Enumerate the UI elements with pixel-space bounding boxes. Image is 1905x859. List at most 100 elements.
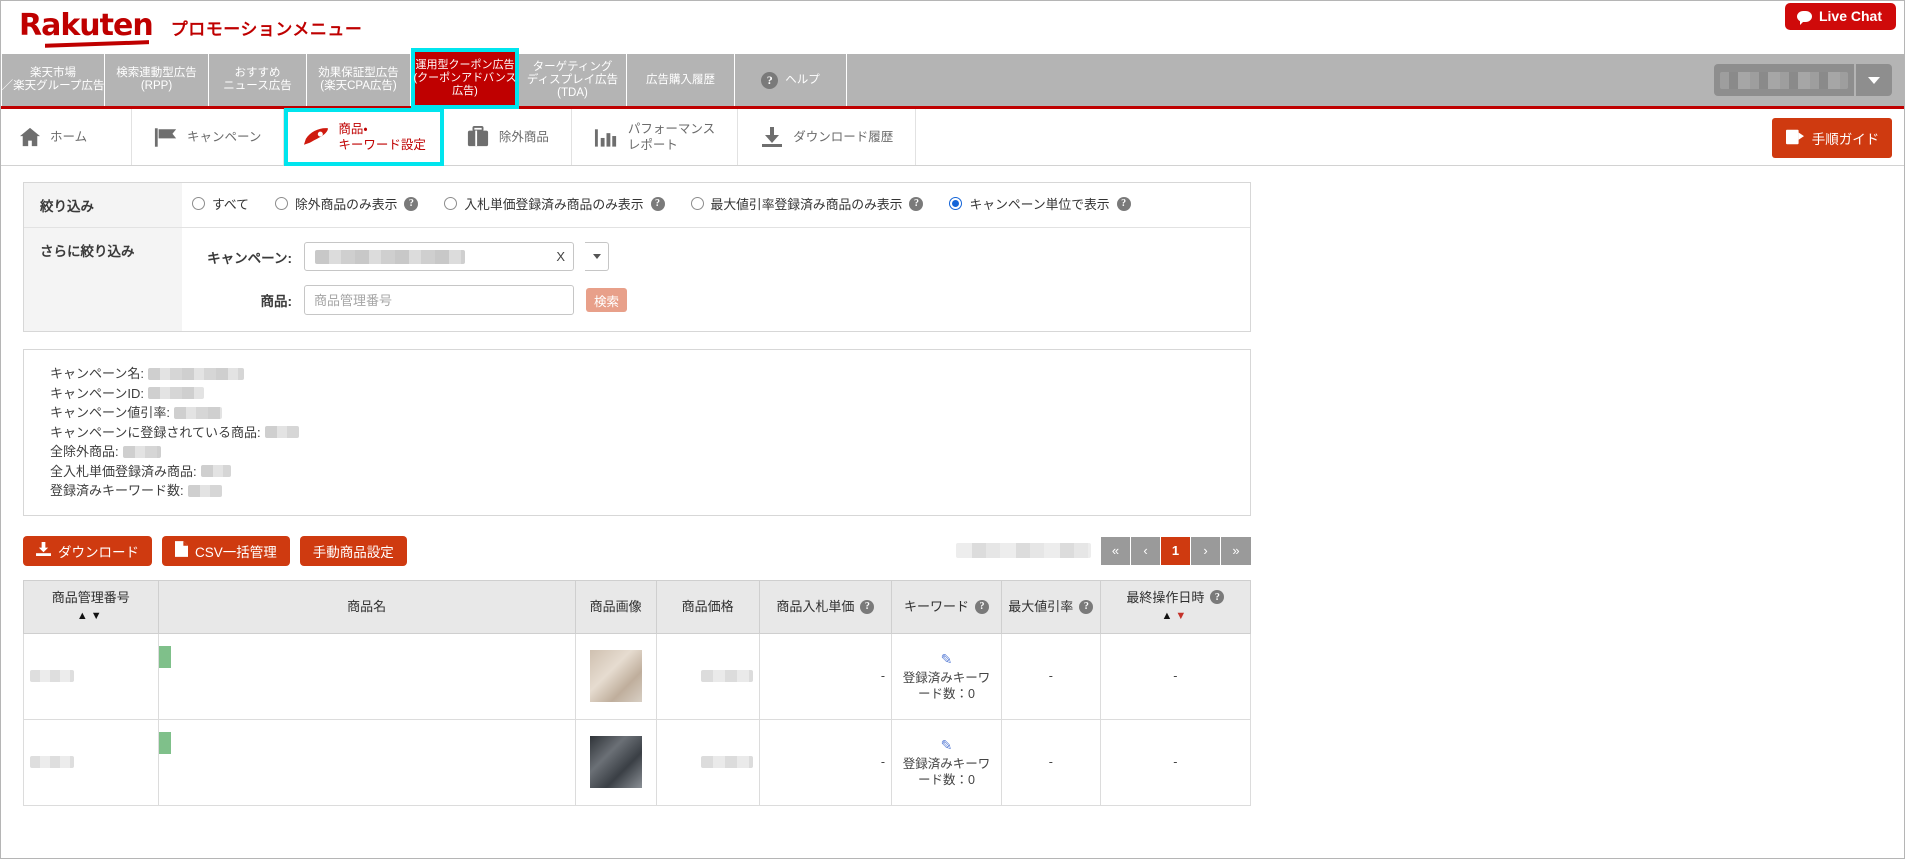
col-product-image[interactable]: 商品画像: [575, 580, 656, 633]
col-max-discount-rate[interactable]: 最大値引率 ?: [1001, 580, 1100, 633]
home-icon: [19, 127, 41, 147]
radio-button[interactable]: [444, 197, 457, 210]
product-search-input[interactable]: [304, 285, 574, 315]
action-toolbar: ダウンロード CSV一括管理 手動商品設定 « ‹ 1 › »: [23, 536, 1251, 566]
col-label: 商品画像: [590, 599, 642, 614]
help-icon[interactable]: ?: [1079, 600, 1093, 614]
tab-rakuten-ichiba[interactable]: 楽天市場 ／楽天グループ広告: [1, 54, 105, 106]
filter-panel: 絞り込み すべて 除外商品のみ表示 ? 入札単価登録済み商品のみ表示: [23, 182, 1251, 332]
primary-tab-nav: 楽天市場 ／楽天グループ広告 検索連動型広告 (RPP) おすすめ ニュース広告…: [1, 54, 1904, 109]
help-icon[interactable]: ?: [1117, 197, 1131, 211]
col-last-operated-at[interactable]: 最終操作日時 ? ▲▼: [1100, 580, 1250, 633]
pagination-prev[interactable]: ‹: [1131, 537, 1161, 565]
filter-row-further: さらに絞り込み キャンペーン: X 商品: 検索: [24, 227, 1250, 331]
nav-label: パフォーマンス: [628, 121, 715, 137]
campaign-discount-rate-label: キャンペーン値引率:: [50, 403, 170, 423]
campaign-selected-value-masked: [315, 250, 465, 264]
manual-product-settings-button[interactable]: 手動商品設定: [300, 536, 407, 566]
col-product-management-number[interactable]: 商品管理番号 ▲▼: [24, 580, 159, 633]
campaign-field-label: キャンペーン:: [192, 247, 292, 267]
tab-help[interactable]: ? ヘルプ: [735, 54, 847, 106]
nav-item-product-keyword-settings[interactable]: 商品・ キーワード設定: [284, 108, 444, 166]
campaign-dropdown-toggle[interactable]: [585, 242, 609, 271]
radio-button[interactable]: [691, 197, 704, 210]
pagination: « ‹ 1 › »: [956, 537, 1251, 565]
campaign-info-row: 登録済みキーワード数:: [50, 481, 1250, 501]
radio-label: 最大値引率登録済み商品のみ表示: [711, 194, 903, 213]
tab-line: (TDA): [557, 87, 588, 100]
edit-icon[interactable]: ✎: [898, 651, 995, 667]
tab-line: 広告): [452, 85, 478, 98]
all-excluded-products-value-masked: [123, 446, 161, 458]
tab-tda[interactable]: ターゲティング ディスプレイ広告 (TDA): [519, 54, 627, 106]
tab-rpp[interactable]: 検索連動型広告 (RPP): [105, 54, 209, 106]
tab-purchase-history[interactable]: 広告購入履歴: [627, 54, 735, 106]
account-dropdown-arrow[interactable]: [1854, 64, 1892, 96]
nav-item-excluded-products[interactable]: 除外商品: [444, 109, 572, 165]
nav-item-download-history[interactable]: ダウンロード履歴: [738, 109, 916, 165]
radio-option-excluded-only[interactable]: 除外商品のみ表示 ?: [275, 194, 418, 213]
radio-option-bid-registered-only[interactable]: 入札単価登録済み商品のみ表示 ?: [444, 194, 664, 213]
product-badge: [159, 732, 171, 754]
cell-keyword[interactable]: ✎ 登録済みキーワード数：0: [892, 719, 1002, 805]
campaign-id-value-masked: [148, 387, 204, 399]
col-keyword[interactable]: キーワード ?: [892, 580, 1002, 633]
cell-product-bid-price: -: [759, 719, 891, 805]
col-product-bid-price[interactable]: 商品入札単価 ?: [759, 580, 891, 633]
guide-button[interactable]: 手順ガイド: [1772, 118, 1892, 158]
radio-option-by-campaign[interactable]: キャンペーン単位で表示 ?: [949, 194, 1130, 213]
radio-option-max-discount-registered-only[interactable]: 最大値引率登録済み商品のみ表示 ?: [691, 194, 924, 213]
tab-line: (RPP): [141, 80, 172, 93]
live-chat-button[interactable]: Live Chat: [1785, 3, 1896, 30]
download-button[interactable]: ダウンロード: [23, 536, 152, 566]
edit-icon[interactable]: ✎: [898, 737, 995, 753]
table-row[interactable]: - ✎ 登録済みキーワード数：0 - -: [24, 633, 1251, 719]
col-product-name[interactable]: 商品名: [158, 580, 575, 633]
radio-button[interactable]: [275, 197, 288, 210]
tab-line: (クーポンアドバンス: [414, 72, 517, 85]
tab-line: ／楽天グループ広告: [2, 80, 105, 93]
campaign-info-row: キャンペーン名:: [50, 364, 1250, 384]
help-icon[interactable]: ?: [651, 197, 665, 211]
tab-line: ニュース広告: [223, 80, 291, 93]
file-icon: [175, 541, 188, 560]
campaign-name-label: キャンペーン名:: [50, 364, 144, 384]
nav-item-performance-report[interactable]: パフォーマンス レポート: [572, 109, 738, 165]
pagination-page-1[interactable]: 1: [1161, 537, 1191, 565]
col-label: キーワード: [904, 598, 969, 615]
campaign-id-label: キャンペーンID:: [50, 384, 144, 404]
help-icon[interactable]: ?: [909, 197, 923, 211]
search-button[interactable]: 検索: [586, 288, 627, 312]
registered-products-label: キャンペーンに登録されている商品:: [50, 423, 261, 443]
pagination-last[interactable]: »: [1221, 537, 1251, 565]
pagination-next[interactable]: ›: [1191, 537, 1221, 565]
sort-arrows[interactable]: ▲▼: [28, 608, 154, 625]
campaign-clear-button[interactable]: X: [556, 249, 565, 264]
col-label: 最大値引率: [1008, 598, 1073, 615]
pagination-first[interactable]: «: [1101, 537, 1131, 565]
rakuten-logo[interactable]: Rakuten: [19, 11, 153, 45]
tab-coupon-advance-ad[interactable]: 運用型クーポン広告 (クーポンアドバンス 広告): [411, 48, 519, 109]
table-row[interactable]: - ✎ 登録済みキーワード数：0 - -: [24, 719, 1251, 805]
radio-label: 入札単価登録済み商品のみ表示: [464, 194, 643, 213]
help-icon[interactable]: ?: [860, 600, 874, 614]
col-product-price[interactable]: 商品価格: [656, 580, 759, 633]
campaign-select[interactable]: X: [304, 242, 574, 271]
tab-cpa-ad[interactable]: 効果保証型広告 (楽天CPA広告): [307, 54, 411, 106]
help-icon[interactable]: ?: [1210, 590, 1224, 604]
nav-item-campaign[interactable]: キャンペーン: [132, 109, 284, 165]
csv-bulk-button[interactable]: CSV一括管理: [162, 536, 290, 566]
help-icon[interactable]: ?: [975, 600, 989, 614]
campaign-info-row: キャンペーンに登録されている商品:: [50, 423, 1250, 443]
help-icon[interactable]: ?: [404, 197, 418, 211]
radio-option-all[interactable]: すべて: [192, 194, 249, 213]
account-dropdown[interactable]: [1714, 64, 1892, 96]
radio-button[interactable]: [949, 197, 962, 210]
nav-item-home[interactable]: ホーム: [1, 109, 132, 165]
radio-button[interactable]: [192, 197, 205, 210]
product-id-masked: [30, 670, 74, 682]
product-thumbnail: [590, 736, 642, 788]
sort-arrows[interactable]: ▲▼: [1105, 608, 1246, 625]
cell-keyword[interactable]: ✎ 登録済みキーワード数：0: [892, 633, 1002, 719]
tab-news-ad[interactable]: おすすめ ニュース広告: [209, 54, 307, 106]
